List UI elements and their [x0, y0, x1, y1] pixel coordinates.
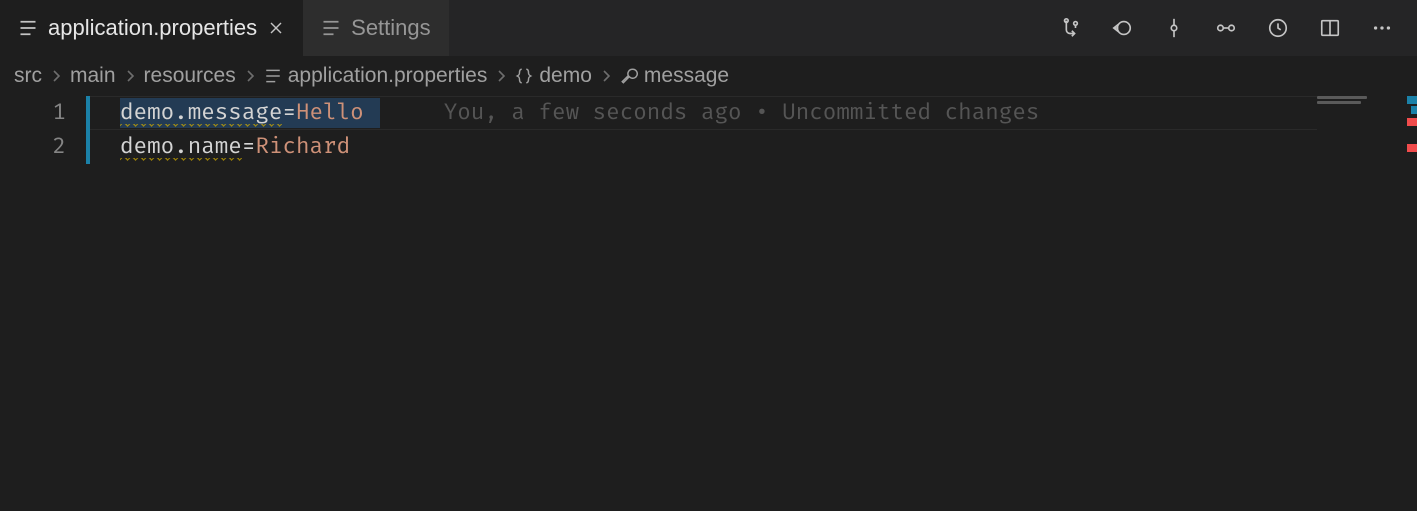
- overview-ruler[interactable]: [1399, 96, 1417, 511]
- commit-node-icon[interactable]: [1161, 15, 1187, 41]
- equals-sign: =: [282, 99, 296, 126]
- overview-marker: [1407, 118, 1417, 126]
- breadcrumb-label: application.properties: [288, 64, 488, 88]
- text-editor[interactable]: 1 2 demo.message=Hello You, a few second…: [0, 96, 1417, 511]
- line-number: 2: [0, 130, 66, 164]
- close-icon[interactable]: [267, 19, 285, 37]
- tab-label: application.properties: [48, 15, 257, 41]
- braces-icon: [515, 67, 533, 85]
- split-editor-icon[interactable]: [1317, 15, 1343, 41]
- breadcrumb-label: src: [14, 64, 42, 88]
- editor-title-actions: [1035, 0, 1417, 56]
- file-lines-icon: [18, 18, 38, 38]
- commit-graph-icon[interactable]: [1213, 15, 1239, 41]
- breadcrumb-label: message: [644, 64, 729, 88]
- wrench-icon: [620, 67, 638, 85]
- chevron-right-icon: [242, 68, 258, 84]
- editor-tabbar: application.properties Settings: [0, 0, 1417, 56]
- property-value: Hello: [296, 99, 364, 126]
- property-value: Richard: [255, 133, 350, 160]
- breadcrumb-symbol[interactable]: demo: [515, 64, 592, 88]
- breadcrumb-item[interactable]: main: [70, 64, 116, 88]
- code-text: demo.name=Richard: [86, 130, 350, 164]
- code-line[interactable]: demo.name=Richard: [86, 130, 1417, 164]
- compare-changes-icon[interactable]: [1057, 15, 1083, 41]
- file-lines-icon: [264, 67, 282, 85]
- revert-icon[interactable]: [1109, 15, 1135, 41]
- overview-marker: [1407, 144, 1417, 152]
- code-area[interactable]: demo.message=Hello You, a few seconds ag…: [86, 96, 1417, 511]
- code-line[interactable]: demo.message=Hello You, a few seconds ag…: [86, 96, 1417, 130]
- breadcrumb-item[interactable]: resources: [144, 64, 236, 88]
- chevron-right-icon: [598, 68, 614, 84]
- breadcrumb-file[interactable]: application.properties: [264, 64, 488, 88]
- property-key: demo.name: [120, 133, 242, 161]
- property-key: demo.message: [120, 99, 282, 127]
- git-blame-annotation: You, a few seconds ago • Uncommitted cha…: [364, 96, 1040, 130]
- breadcrumb-label: main: [70, 64, 116, 88]
- chevron-right-icon: [493, 68, 509, 84]
- tab-settings[interactable]: Settings: [303, 0, 449, 56]
- breadcrumb-label: resources: [144, 64, 236, 88]
- breadcrumb-item[interactable]: src: [14, 64, 42, 88]
- equals-sign: =: [242, 133, 256, 160]
- breadcrumb: src main resources application.propertie…: [0, 56, 1417, 96]
- overview-marker: [1407, 96, 1417, 104]
- tab-label: Settings: [351, 15, 431, 41]
- minimap[interactable]: [1317, 96, 1397, 114]
- breadcrumb-symbol[interactable]: message: [620, 64, 729, 88]
- chevron-right-icon: [48, 68, 64, 84]
- tabbar-spacer: [449, 0, 1035, 56]
- tab-application-properties[interactable]: application.properties: [0, 0, 303, 56]
- more-actions-icon[interactable]: [1369, 15, 1395, 41]
- timeline-icon[interactable]: [1265, 15, 1291, 41]
- code-text: demo.message=Hello: [86, 96, 364, 130]
- file-lines-icon: [321, 18, 341, 38]
- overview-marker: [1411, 106, 1417, 114]
- chevron-right-icon: [122, 68, 138, 84]
- line-number-gutter: 1 2: [0, 96, 86, 511]
- breadcrumb-label: demo: [539, 64, 592, 88]
- line-number: 1: [0, 96, 66, 130]
